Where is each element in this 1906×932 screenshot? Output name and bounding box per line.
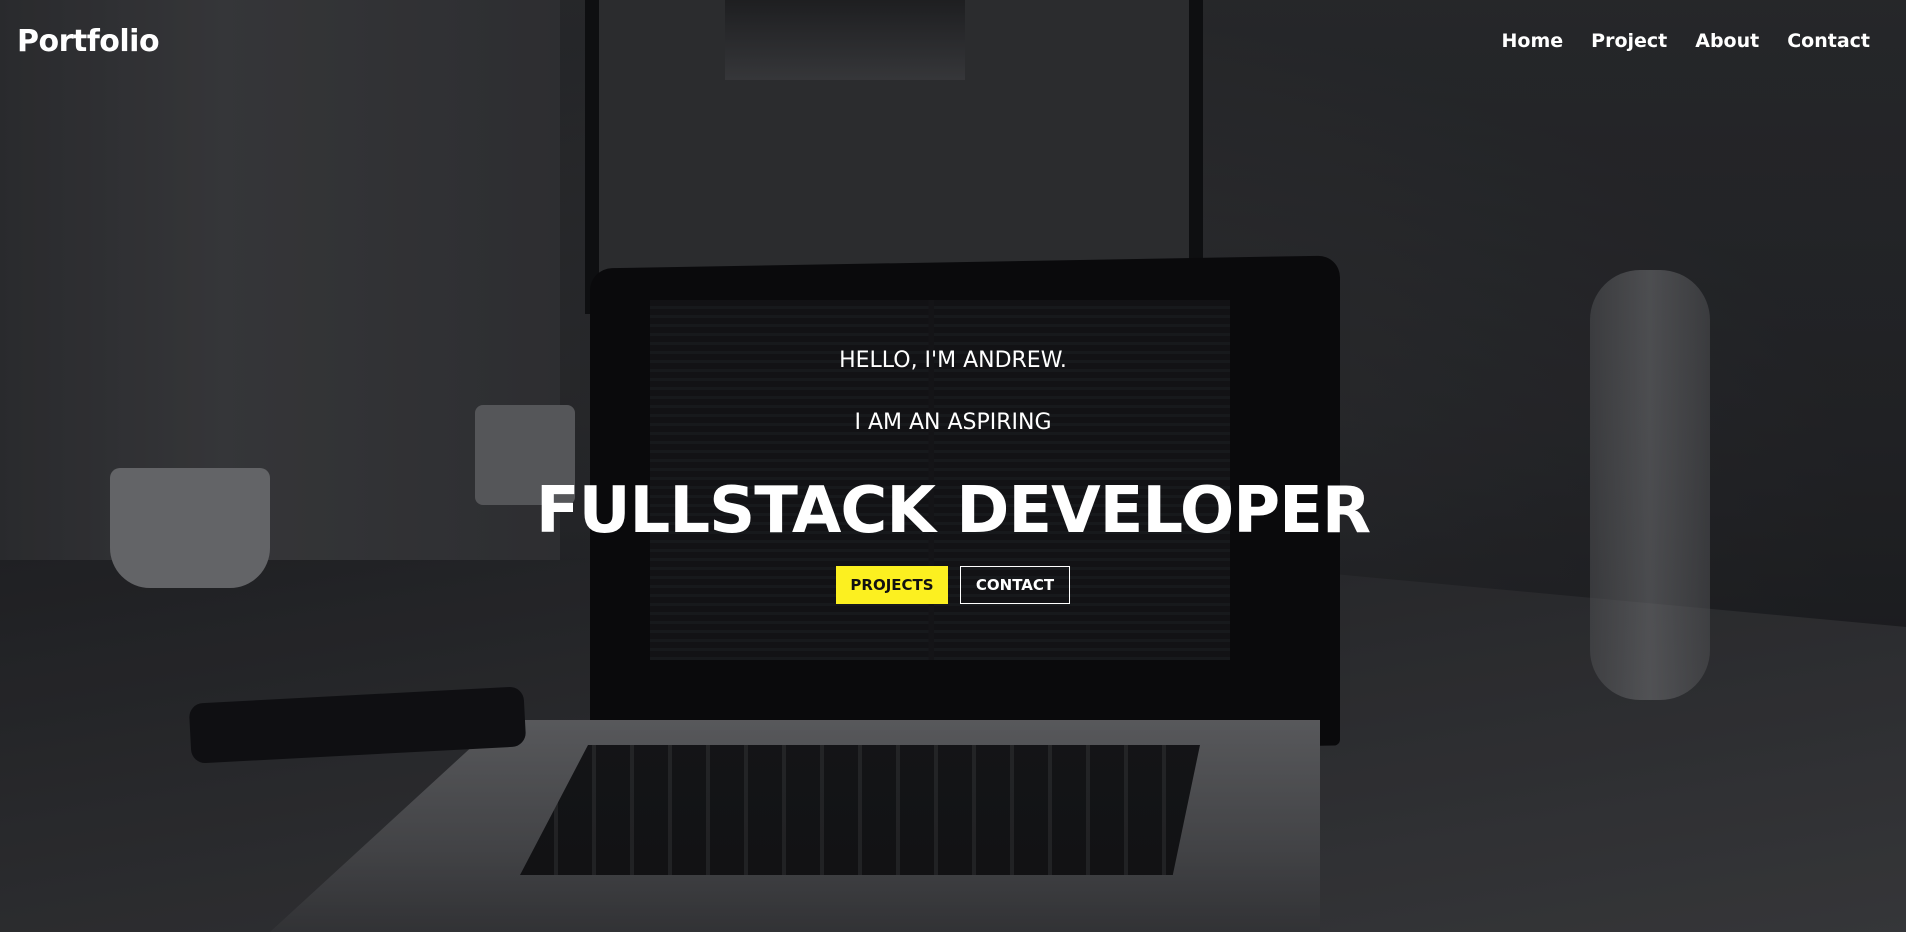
hero-greeting: HELLO, I'M ANDREW. (839, 348, 1067, 373)
hero-content: HELLO, I'M ANDREW. I AM AN ASPIRING FULL… (0, 0, 1906, 932)
hero-section: Portfolio Home Project About Contact HEL… (0, 0, 1906, 932)
hero-role: FULLSTACK DEVELOPER (535, 474, 1371, 548)
hero-buttons: PROJECTS CONTACT (0, 566, 1906, 604)
hero-aspiring: I AM AN ASPIRING (854, 410, 1052, 435)
projects-button[interactable]: PROJECTS (836, 566, 948, 604)
contact-button[interactable]: CONTACT (960, 566, 1070, 604)
